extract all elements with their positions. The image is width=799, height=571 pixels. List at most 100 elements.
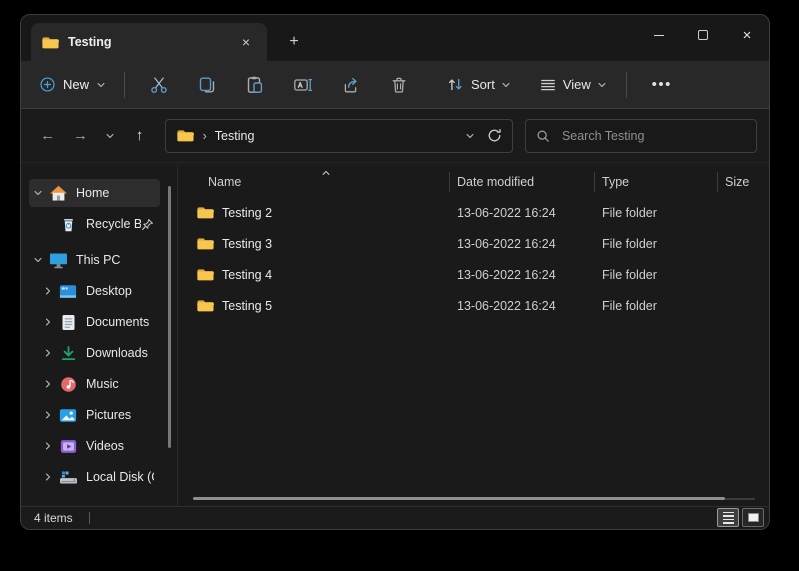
horizontal-scrollbar-track[interactable] <box>725 497 755 500</box>
paste-icon <box>245 75 265 95</box>
file-name-cell[interactable]: Testing 3 <box>178 236 449 251</box>
refresh-icon[interactable] <box>487 128 502 143</box>
sort-button[interactable]: Sort <box>437 69 520 100</box>
file-name: Testing 3 <box>222 236 273 251</box>
column-divider[interactable] <box>594 172 595 192</box>
share-button[interactable] <box>330 68 372 102</box>
sidebar-item-recycle-bin[interactable]: Recycle Bin <box>39 210 160 238</box>
copy-button[interactable] <box>186 68 228 102</box>
horizontal-scrollbar[interactable] <box>193 497 755 500</box>
chevron-down-icon <box>105 131 115 141</box>
file-row-testing-4[interactable]: Testing 4 13-06-2022 16:24 File folder <box>178 259 769 290</box>
file-name: Testing 4 <box>222 267 273 282</box>
maximize-button[interactable] <box>681 15 725 55</box>
sidebar-item-downloads[interactable]: Downloads <box>39 339 160 367</box>
up-button[interactable]: ↑ <box>125 121 155 151</box>
this-pc-icon <box>47 252 69 269</box>
back-arrow-icon: ← <box>40 127 56 144</box>
address-dropdown-icon[interactable] <box>465 131 475 141</box>
downloads-icon <box>57 345 79 362</box>
see-more-button[interactable]: ••• <box>645 68 679 102</box>
sidebar-item-documents[interactable]: Documents <box>39 308 160 336</box>
chevron-down-icon[interactable] <box>29 255 47 265</box>
close-icon: × <box>742 26 752 44</box>
column-divider[interactable] <box>717 172 718 192</box>
maximize-icon <box>698 30 708 40</box>
file-row-testing-3[interactable]: Testing 3 13-06-2022 16:24 File folder <box>178 228 769 259</box>
column-headers: Name Date modified Type Size <box>178 168 769 195</box>
file-name-cell[interactable]: Testing 2 <box>178 205 449 220</box>
breadcrumb-location[interactable]: Testing <box>215 129 457 143</box>
chevron-down-icon <box>597 80 607 90</box>
new-button-label: New <box>63 77 90 92</box>
file-type: File folder <box>602 205 657 220</box>
column-header-size[interactable]: Size <box>717 175 769 189</box>
new-tab-button[interactable]: + <box>281 30 307 54</box>
sidebar-item-this-pc[interactable]: This PC <box>29 246 160 274</box>
tab-bar: Testing × + × <box>21 15 769 61</box>
items-count: 4 items <box>34 511 73 525</box>
command-toolbar: New Sort View ••• <box>21 61 769 109</box>
chevron-right-icon[interactable] <box>39 348 57 358</box>
new-button[interactable]: New <box>31 70 114 99</box>
file-name-cell[interactable]: Testing 4 <box>178 267 449 282</box>
folder-icon <box>41 35 59 50</box>
close-button[interactable]: × <box>725 15 769 55</box>
sort-ascending-icon <box>321 168 331 178</box>
details-view-icon <box>722 511 734 524</box>
file-type: File folder <box>602 298 657 313</box>
details-view-button[interactable] <box>717 508 739 527</box>
sidebar-item-label: Home <box>76 186 110 200</box>
chevron-right-icon[interactable] <box>39 317 57 327</box>
address-bar[interactable]: › Testing <box>165 118 513 153</box>
chevron-down-icon[interactable] <box>29 188 47 198</box>
chevron-right-icon[interactable] <box>39 441 57 451</box>
file-row-testing-2[interactable]: Testing 2 13-06-2022 16:24 File folder <box>178 197 769 228</box>
chevron-right-icon[interactable] <box>39 286 57 296</box>
sidebar-item-desktop[interactable]: Desktop <box>39 277 160 305</box>
forward-arrow-icon: → <box>72 127 88 144</box>
tab-testing[interactable]: Testing × <box>31 23 267 61</box>
delete-button[interactable] <box>378 68 420 102</box>
minimize-button[interactable] <box>637 15 681 55</box>
folder-icon <box>196 267 214 282</box>
file-explorer-window: Testing × + × New Sort View ••• ← → ↑ › … <box>20 14 770 530</box>
file-name: Testing 2 <box>222 205 273 220</box>
horizontal-scrollbar-thumb[interactable] <box>193 497 725 500</box>
column-header-name[interactable]: Name <box>178 175 449 189</box>
sidebar-scrollbar[interactable] <box>168 186 171 448</box>
view-button[interactable]: View <box>530 70 616 100</box>
sidebar-item-label: Recycle Bin <box>86 217 141 231</box>
column-header-type[interactable]: Type <box>594 175 717 189</box>
sidebar-item-videos[interactable]: Videos <box>39 432 160 460</box>
large-icons-view-button[interactable] <box>742 508 764 527</box>
sidebar-item-pictures[interactable]: Pictures <box>39 401 160 429</box>
plus-circle-icon <box>39 76 56 93</box>
rename-icon <box>293 75 313 95</box>
cut-icon <box>149 75 169 95</box>
sidebar-item-home[interactable]: Home <box>29 179 160 207</box>
chevron-right-icon[interactable] <box>39 379 57 389</box>
search-input[interactable] <box>559 127 747 144</box>
file-name-cell[interactable]: Testing 5 <box>178 298 449 313</box>
paste-button[interactable] <box>234 68 276 102</box>
back-button[interactable]: ← <box>33 121 63 151</box>
rename-button[interactable] <box>282 68 324 102</box>
chevron-right-icon[interactable] <box>39 472 57 482</box>
see-more-icon: ••• <box>651 76 672 93</box>
forward-button[interactable]: → <box>66 121 96 151</box>
sidebar-item-label: Videos <box>86 439 124 453</box>
documents-icon <box>57 314 79 331</box>
column-divider[interactable] <box>449 172 450 192</box>
tab-close-icon[interactable]: × <box>235 31 257 53</box>
sidebar-item-music[interactable]: Music <box>39 370 160 398</box>
column-header-date-modified[interactable]: Date modified <box>449 175 594 189</box>
chevron-right-icon[interactable] <box>39 410 57 420</box>
recent-locations-button[interactable] <box>98 121 122 151</box>
sidebar-item-local-disk-c[interactable]: Local Disk (C:) <box>39 463 160 491</box>
search-box[interactable] <box>524 118 758 153</box>
sort-button-label: Sort <box>471 77 495 92</box>
home-icon <box>47 184 69 203</box>
cut-button[interactable] <box>138 68 180 102</box>
file-row-testing-5[interactable]: Testing 5 13-06-2022 16:24 File folder <box>178 290 769 321</box>
